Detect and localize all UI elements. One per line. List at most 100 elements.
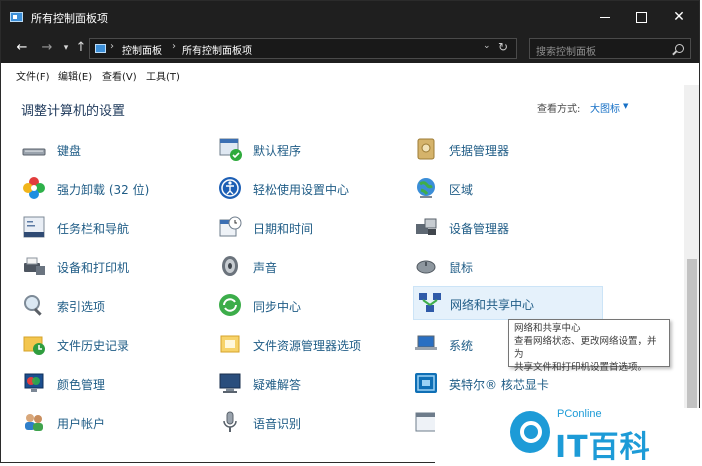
path-field[interactable]: › 控制面板 › 所有控制面板项 ⌄ ↻: [89, 38, 517, 59]
network-icon: [419, 293, 441, 312]
search-input[interactable]: 搜索控制面板: [529, 38, 691, 59]
item-color-management[interactable]: 颜色管理: [21, 366, 211, 400]
menu-view[interactable]: 查看(V): [102, 68, 137, 83]
item-region[interactable]: 区域: [413, 171, 603, 205]
item-date-time[interactable]: 日期和时间: [217, 210, 407, 244]
item-label: 系统: [449, 339, 474, 353]
magnifier-icon: [24, 295, 42, 316]
item-mouse[interactable]: 鼠标: [413, 249, 603, 283]
mouse-icon: [416, 260, 436, 274]
maximize-button[interactable]: [623, 1, 659, 34]
search-icon: [675, 44, 684, 53]
breadcrumb-chevron-icon: ›: [172, 41, 176, 52]
pconline-logo-icon: [510, 411, 550, 453]
item-credential-manager[interactable]: 凭据管理器: [413, 132, 603, 166]
sync-icon: [219, 294, 241, 316]
watermark-top-text: PConline: [557, 408, 602, 420]
troubleshoot-monitor-icon: [219, 373, 241, 393]
item-taskbar[interactable]: 任务栏和导航: [21, 210, 211, 244]
item-label: 文件资源管理器选项: [253, 339, 362, 353]
item-label: 设备管理器: [449, 222, 510, 236]
intel-graphics-icon: [415, 373, 437, 393]
item-label: 日期和时间: [253, 222, 314, 236]
item-label: 文件历史记录: [57, 339, 130, 353]
users-icon: [25, 414, 43, 431]
item-speech-recognition[interactable]: 语音识别: [217, 405, 407, 439]
item-label: 网络和共享中心: [450, 298, 535, 312]
arrow-left-icon: ←: [16, 40, 28, 55]
item-label: 区域: [449, 183, 474, 197]
title-bar: 所有控制面板项 ✕: [1, 1, 699, 34]
item-label: 声音: [253, 261, 278, 275]
up-button[interactable]: ↑: [72, 38, 90, 58]
close-icon: ✕: [673, 9, 685, 25]
item-troubleshooting[interactable]: 疑难解答: [217, 366, 407, 400]
breadcrumb-chevron-icon: ›: [110, 41, 114, 52]
minimize-button[interactable]: [587, 1, 623, 34]
forward-button[interactable]: →: [38, 38, 56, 58]
item-label: 英特尔® 核芯显卡: [449, 378, 549, 392]
item-indexing[interactable]: 索引选项: [21, 288, 211, 322]
watermark-main-text: IT百科: [555, 430, 651, 465]
tooltip-title: 网络和共享中心: [514, 323, 581, 334]
address-bar: ← → ▾ ↑ › 控制面板 › 所有控制面板项 ⌄ ↻ 搜索控制面板: [1, 34, 699, 63]
path-dropdown-icon[interactable]: ⌄: [483, 41, 491, 51]
item-label: 强力卸载 (32 位): [57, 183, 150, 197]
speaker-icon: [222, 256, 238, 276]
item-keyboard[interactable]: 键盘: [21, 132, 211, 166]
arrow-up-icon: ↑: [75, 40, 87, 55]
vertical-scrollbar[interactable]: [684, 85, 699, 462]
menu-bar: 文件(F) 编辑(E) 查看(V) 工具(T): [1, 63, 699, 86]
item-label: 默认程序: [253, 144, 302, 158]
laptop-icon: [415, 335, 437, 350]
device-manager-icon: [416, 218, 437, 235]
folder-clock-icon: [23, 336, 45, 355]
breadcrumb-control-panel[interactable]: 控制面板: [122, 42, 162, 57]
menu-edit[interactable]: 编辑(E): [58, 68, 92, 83]
item-sync-center[interactable]: 同步中心: [217, 288, 407, 322]
refresh-icon[interactable]: ↻: [498, 40, 508, 54]
view-by-dropdown[interactable]: 大图标: [590, 100, 620, 115]
item-user-accounts[interactable]: 用户帐户: [21, 405, 211, 439]
item-device-manager[interactable]: 设备管理器: [413, 210, 603, 244]
menu-file[interactable]: 文件(F): [16, 68, 50, 83]
flower-icon: [23, 177, 45, 199]
network-tooltip: 网络和共享中心 查看网络状态、更改网络设置，并为 共享文件和打印机设置首选项。: [508, 319, 670, 373]
item-sound[interactable]: 声音: [217, 249, 407, 283]
vault-icon: [417, 138, 435, 160]
tooltip-line1: 查看网络状态、更改网络设置，并为: [514, 336, 657, 360]
item-devices-printers[interactable]: 设备和打印机: [21, 249, 211, 283]
item-label: 键盘: [57, 144, 82, 158]
folder-options-icon: [220, 335, 240, 353]
item-label: 索引选项: [57, 300, 106, 314]
item-label: 同步中心: [253, 300, 302, 314]
globe-icon: [417, 178, 435, 198]
item-file-history[interactable]: 文件历史记录: [21, 327, 211, 361]
item-label: 轻松使用设置中心: [253, 183, 350, 197]
menu-tools[interactable]: 工具(T): [146, 68, 180, 83]
maximize-icon: [635, 12, 647, 23]
item-default-programs[interactable]: 默认程序: [217, 132, 407, 166]
default-programs-icon: [219, 138, 242, 161]
item-label: 设备和打印机: [57, 261, 130, 275]
window-title: 所有控制面板项: [31, 12, 108, 25]
item-label: 疑难解答: [253, 378, 302, 392]
tooltip-line2: 共享文件和打印机设置首选项。: [514, 362, 648, 373]
item-label: 颜色管理: [57, 378, 106, 392]
item-label: 任务栏和导航: [57, 222, 130, 236]
taskbar-icon: [23, 216, 45, 238]
back-button[interactable]: ←: [13, 38, 31, 58]
item-ease-of-access[interactable]: 轻松使用设置中心: [217, 171, 407, 205]
calendar-clock-icon: [219, 216, 242, 237]
control-panel-icon: [10, 12, 23, 22]
item-label: 用户帐户: [57, 417, 106, 431]
breadcrumb-all-items[interactable]: 所有控制面板项: [182, 42, 252, 57]
content-area: 调整计算机的设置 查看方式: 大图标 ▼ 键盘 强力卸载 (32 位) 任务栏和…: [1, 85, 684, 462]
scroll-thumb[interactable]: [687, 259, 697, 409]
item-uninstaller[interactable]: 强力卸载 (32 位): [21, 171, 211, 205]
item-explorer-options[interactable]: 文件资源管理器选项: [217, 327, 407, 361]
item-network-sharing[interactable]: 网络和共享中心: [413, 286, 603, 320]
printer-icon: [24, 257, 45, 275]
view-by-caret-icon[interactable]: ▼: [623, 102, 628, 110]
close-button[interactable]: ✕: [661, 1, 697, 34]
